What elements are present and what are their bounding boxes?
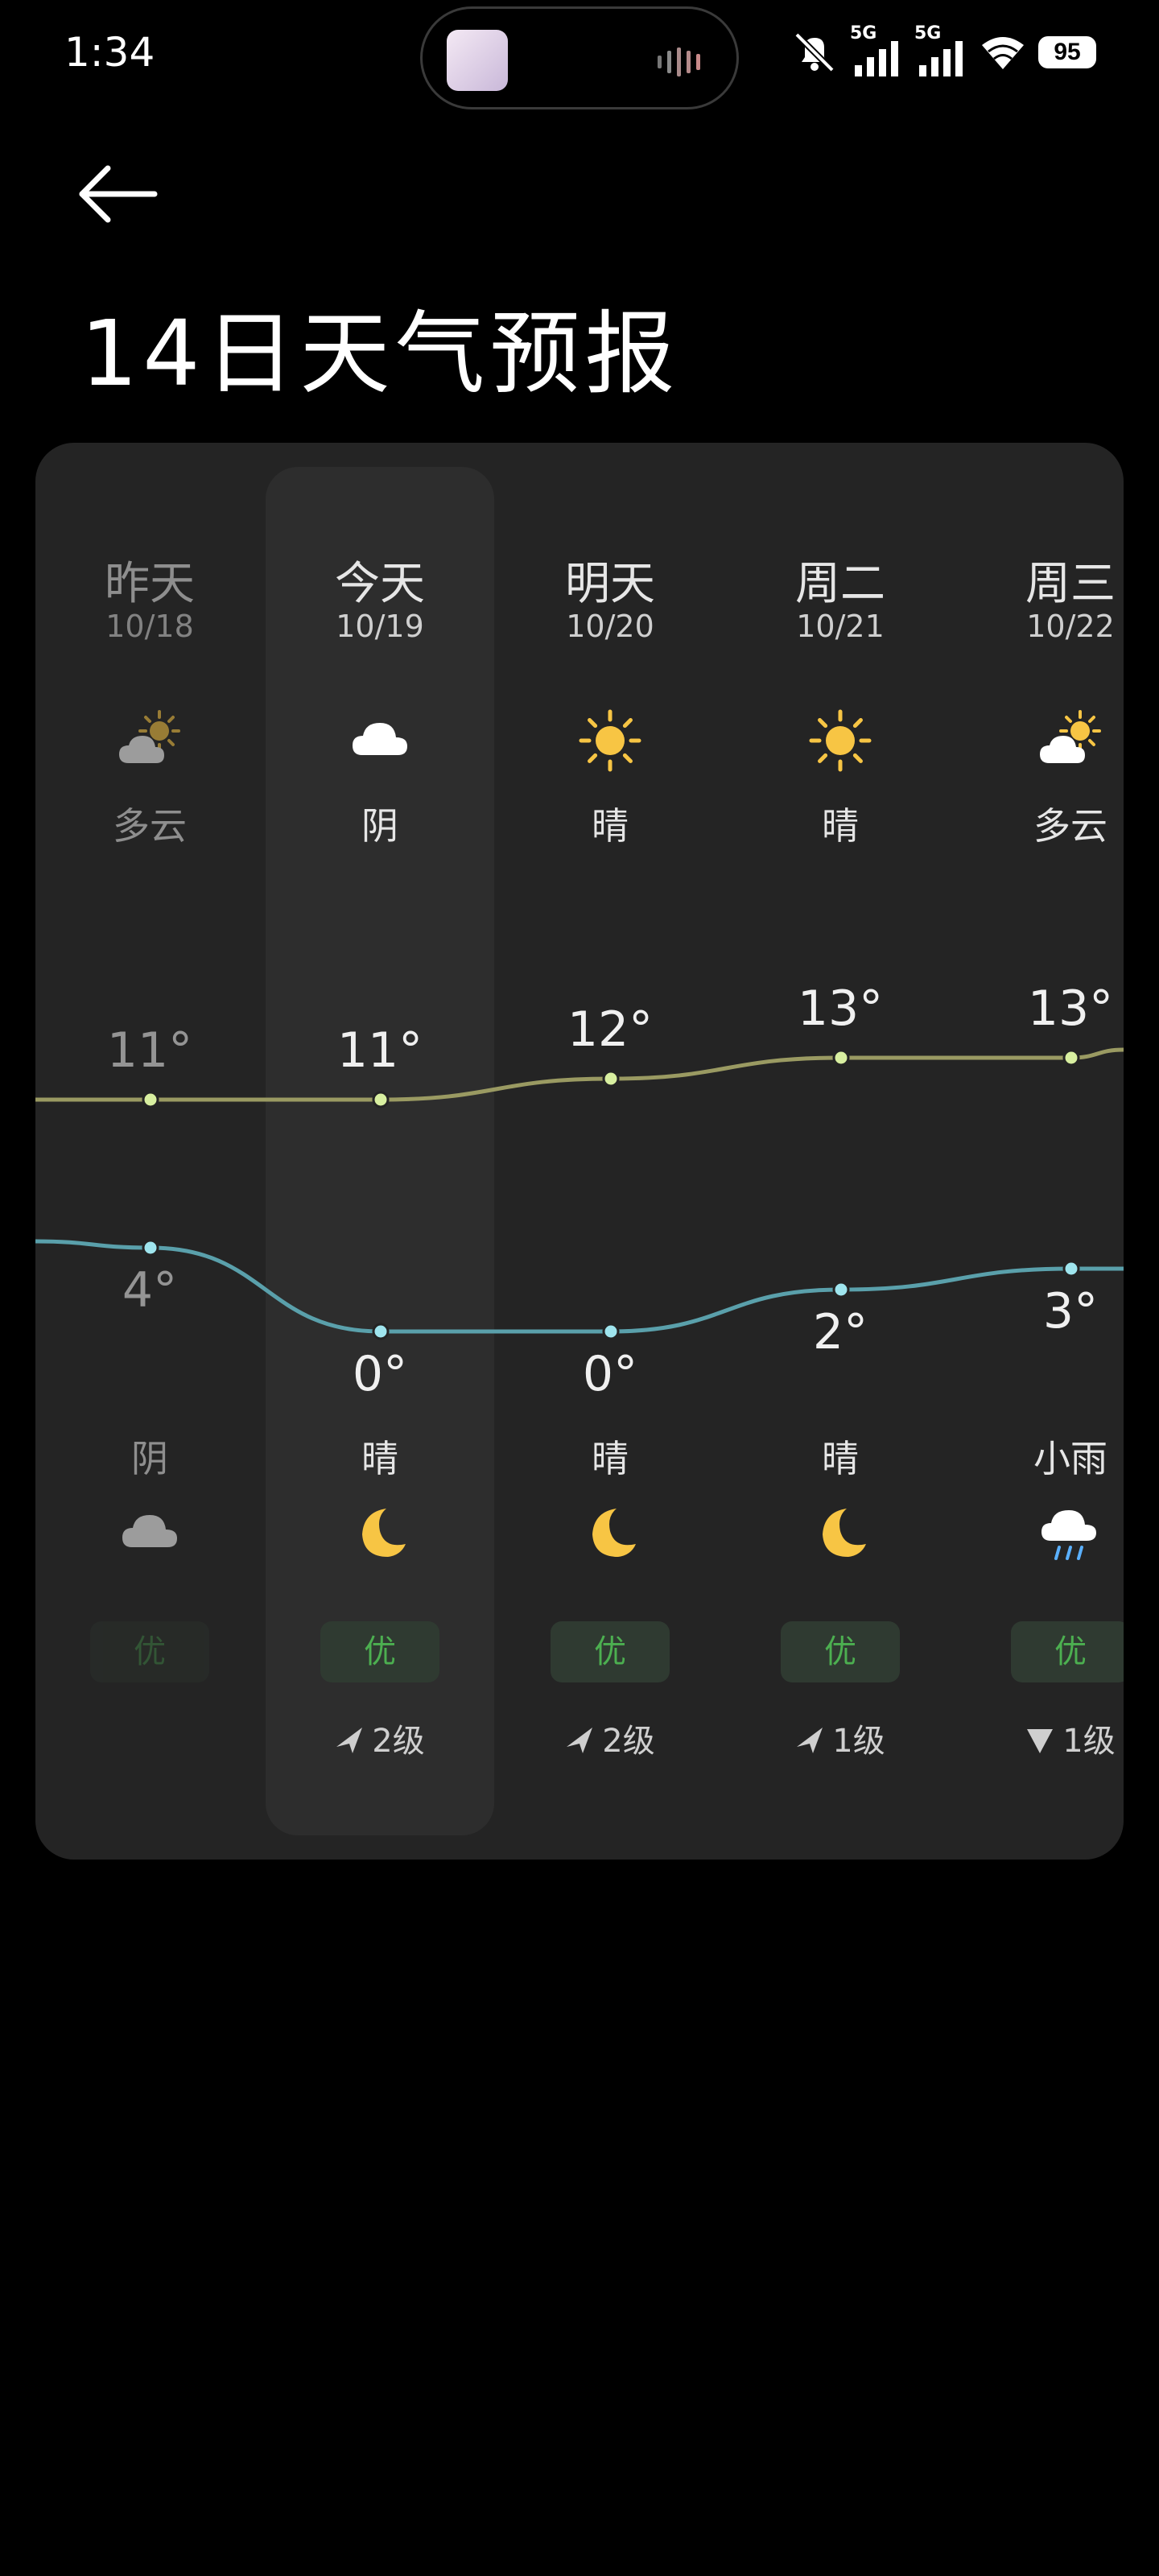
- night-weather-icon: [118, 1501, 182, 1565]
- wind-direction-icon: [336, 1728, 363, 1753]
- night-weather-label: 晴: [592, 1437, 629, 1480]
- night-weather-label: 小雨: [1033, 1437, 1107, 1480]
- arrow-left-icon: [79, 165, 158, 223]
- wifi-icon: [982, 37, 1024, 69]
- high-temp: 11°: [336, 1022, 423, 1079]
- day-weather-icon: [808, 708, 872, 773]
- audio-wave-icon: [658, 47, 700, 76]
- forecast-day-4[interactable]: 周三 10/22 多云 13° 3° 小雨 优 1级: [956, 443, 1124, 1860]
- day-date: 10/21: [796, 609, 885, 644]
- night-weather-label: 阴: [131, 1437, 168, 1480]
- signal-icon: [855, 41, 898, 76]
- wind-level-text: 2级: [602, 1723, 655, 1760]
- night-weather-icon: [1038, 1501, 1103, 1565]
- cloud-icon: [353, 723, 407, 755]
- wind-level: 2级: [496, 1715, 724, 1761]
- night-weather-label: 晴: [361, 1437, 398, 1480]
- day-name: 昨天: [105, 558, 195, 610]
- aqi-badge: 优: [551, 1621, 670, 1682]
- low-temp: 0°: [582, 1346, 638, 1402]
- day-weather-icon: [348, 708, 412, 773]
- high-temp: 13°: [797, 980, 884, 1037]
- night-weather-icon: [348, 1501, 412, 1565]
- wind-direction-icon: [797, 1728, 823, 1753]
- day-weather-label: 阴: [361, 804, 398, 848]
- sun-icon: [579, 709, 641, 772]
- low-temp: 3°: [1042, 1283, 1099, 1340]
- wind-direction-icon: [567, 1728, 593, 1753]
- status-bar: 1:34 5G 5G 95: [0, 0, 1159, 109]
- aqi-badge: 优: [781, 1621, 900, 1682]
- day-date: 10/22: [1026, 609, 1115, 644]
- rain-icon: [1041, 1510, 1096, 1560]
- high-temp: 13°: [1027, 980, 1114, 1037]
- partly-cloudy-icon: [119, 710, 180, 763]
- day-weather-label: 多云: [113, 804, 187, 848]
- night-weather-icon: [578, 1501, 642, 1565]
- day-date: 10/20: [566, 609, 654, 644]
- night-weather-icon: [808, 1501, 872, 1565]
- wind-level-text: 1级: [1062, 1723, 1116, 1760]
- day-name: 周三: [1025, 558, 1116, 610]
- wind-level: 1级: [726, 1715, 955, 1761]
- page-title: 14日天气预报: [80, 302, 680, 407]
- dynamic-island[interactable]: [420, 6, 739, 109]
- status-time: 1:34: [64, 29, 155, 76]
- signal-icon: [919, 41, 963, 76]
- day-name: 明天: [565, 558, 655, 610]
- back-button[interactable]: [74, 158, 163, 230]
- high-temp: 12°: [567, 1001, 654, 1058]
- aqi-badge: 优: [1011, 1621, 1124, 1682]
- day-weather-icon: [578, 708, 642, 773]
- day-weather-label: 多云: [1033, 804, 1107, 848]
- moon-icon: [592, 1509, 636, 1557]
- aqi-badge: 优: [320, 1621, 439, 1682]
- partly-cloudy-icon: [1040, 710, 1101, 763]
- wind-level-text: 2级: [372, 1723, 425, 1760]
- battery-indicator: 95: [1038, 36, 1096, 68]
- day-date: 10/18: [105, 609, 194, 644]
- day-name: 今天: [335, 558, 425, 610]
- low-temp: 0°: [352, 1346, 408, 1402]
- system-icons: 5G 5G 95: [790, 23, 1096, 80]
- day-weather-icon: [1038, 708, 1103, 773]
- wind-level: 1级: [956, 1715, 1124, 1761]
- signal-2: 5G: [914, 23, 967, 76]
- day-weather-icon: [118, 708, 182, 773]
- night-weather-label: 晴: [822, 1437, 859, 1480]
- day-weather-label: 晴: [822, 804, 859, 848]
- aqi-badge: 优: [90, 1621, 209, 1682]
- forecast-day-1[interactable]: 今天 10/19 阴 11° 0° 晴 优 2级: [266, 443, 494, 1860]
- day-weather-label: 晴: [592, 804, 629, 848]
- media-thumbnail: [447, 30, 508, 91]
- low-temp: 2°: [812, 1304, 868, 1360]
- cloud-icon: [122, 1515, 177, 1547]
- forecast-card[interactable]: 昨天 10/18 多云 11° 4° 阴 优 今天 10/19 阴 11° 0°…: [35, 443, 1124, 1860]
- moon-icon: [823, 1509, 866, 1557]
- wind-level: 2级: [266, 1715, 494, 1761]
- forecast-day-0[interactable]: 昨天 10/18 多云 11° 4° 阴 优: [35, 443, 264, 1860]
- day-name: 周二: [795, 558, 885, 610]
- mute-bell-icon: [794, 32, 835, 72]
- moon-icon: [362, 1509, 406, 1557]
- high-temp: 11°: [106, 1022, 193, 1079]
- low-temp: 4°: [122, 1262, 178, 1319]
- sun-icon: [809, 709, 872, 772]
- forecast-day-3[interactable]: 周二 10/21 晴 13° 2° 晴 优 1级: [726, 443, 955, 1860]
- wind-direction-icon: [1027, 1729, 1054, 1753]
- day-date: 10/19: [336, 609, 424, 644]
- signal-1: 5G: [850, 23, 903, 76]
- wind-level-text: 1级: [832, 1723, 885, 1760]
- forecast-day-2[interactable]: 明天 10/20 晴 12° 0° 晴 优 2级: [496, 443, 724, 1860]
